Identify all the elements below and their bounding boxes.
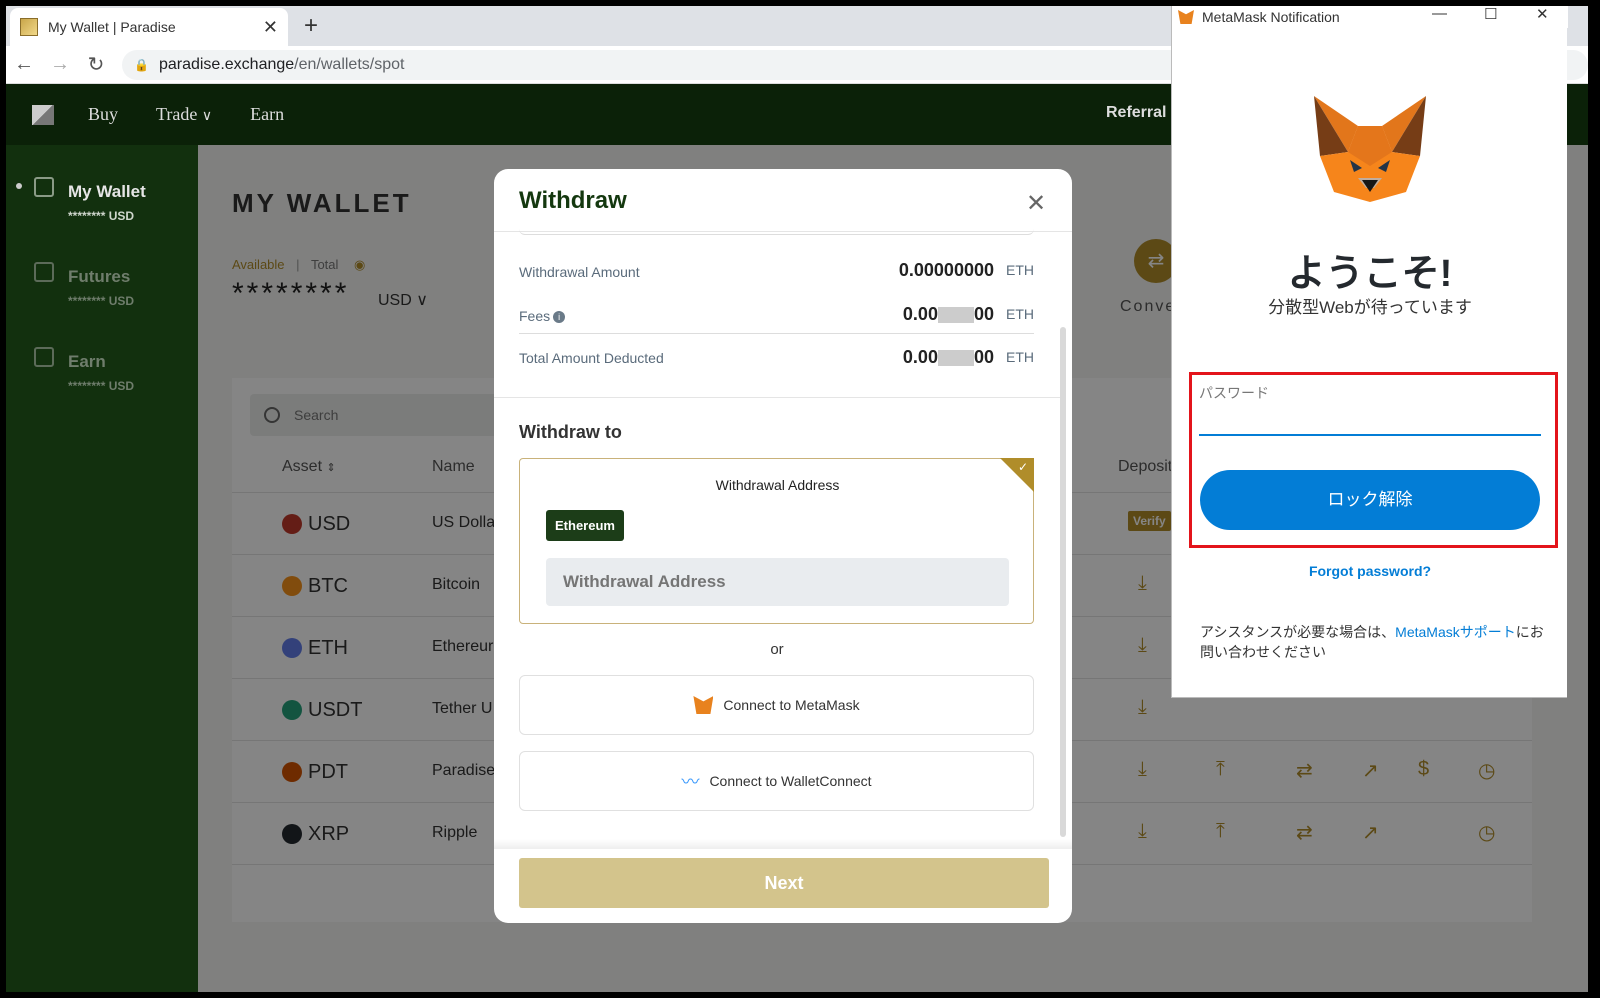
sidebar-item-futures[interactable]: Futures ******** USD [6,230,198,308]
withdrawal-address-card[interactable]: ✓ Withdrawal Address Ethereum [519,458,1034,624]
total-deducted-value: 0.00 00 [903,347,994,368]
forward-arrow-icon[interactable]: → [42,53,78,76]
sidebar-item-balance: ******** USD [68,209,135,223]
redacted-digits [937,350,974,367]
nav-earn[interactable]: Earn [250,104,284,125]
sidebar-item-my-wallet[interactable]: My Wallet ******** USD [6,145,198,223]
metamask-titlebar: MetaMask Notification — ☐ ✕ [1172,6,1568,28]
connect-metamask-label: Connect to MetaMask [723,697,860,713]
unit: ETH [1006,349,1034,365]
money-bag-icon [34,347,54,367]
welcome-heading: ようこそ! [1287,253,1453,295]
assist-prefix: アシスタンスが必要な場合は、 [1200,624,1396,640]
close-tab-icon[interactable]: ✕ [263,17,278,38]
close-icon[interactable]: ✕ [1026,189,1046,218]
metamask-window: MetaMask Notification — ☐ ✕ ようこそ! 分散型Web… [1171,6,1568,698]
assistance-text: アシスタンスが必要な場合は、MetaMaskサポートにお問い合わせください [1200,622,1545,662]
browser-tab[interactable]: My Wallet | Paradise ✕ [10,8,288,46]
withdrawal-address-input[interactable] [546,558,1009,606]
password-label: パスワード [1199,385,1269,401]
chart-icon [34,262,54,282]
welcome-subtitle: 分散型Webが待っています [1268,298,1472,317]
or-separator: or [770,641,784,658]
redacted-digits [937,307,974,324]
fees-value-suffix: 00 [973,304,994,324]
nav-trade-label: Trade [156,104,198,124]
connect-metamask-button[interactable]: Connect to MetaMask [519,675,1034,735]
close-icon[interactable]: ✕ [1536,6,1549,23]
metamask-fox-logo-icon [1314,96,1426,202]
total-deducted-label: Total Amount Deducted [519,350,664,366]
modal-title: Withdraw [519,187,627,214]
active-bullet [16,183,22,189]
scrollbar[interactable] [1060,327,1066,837]
paradise-logo-icon[interactable] [32,104,54,125]
sidebar-item-balance: ******** USD [68,294,135,308]
unit: ETH [1006,262,1034,278]
withdrawal-amount-value: 0.00000000 [898,260,994,280]
password-input[interactable] [1199,406,1541,436]
window-title: MetaMask Notification [1202,9,1340,25]
metamask-fox-icon [693,696,714,714]
info-icon[interactable]: i [553,311,566,324]
nav-buy[interactable]: Buy [88,104,118,125]
sidebar-item-earn[interactable]: Earn ******** USD [6,315,198,393]
sidebar-item-label: Futures [68,267,131,286]
sidebar: My Wallet ******** USD Futures ******** … [6,145,198,992]
divider [494,397,1060,398]
back-arrow-icon[interactable]: ← [6,53,42,76]
collapsed-field [519,225,1034,235]
url-host: paradise.exchange [158,55,295,73]
total-value-suffix: 00 [973,347,994,367]
chevron-down-icon: ∨ [201,108,213,124]
connect-walletconnect-button[interactable]: 〰 Connect to WalletConnect [519,751,1034,811]
total-deducted-row: Total Amount Deducted 0.00 00 ETH [519,333,1034,369]
new-tab-button[interactable]: + [304,12,318,40]
fees-value-prefix: 0.00 [902,304,938,324]
sidebar-item-label: My Wallet [68,182,146,201]
metamask-fox-icon [1178,10,1194,24]
withdraw-to-heading: Withdraw to [519,422,622,442]
address-card-title: Withdrawal Address [715,477,840,493]
walletconnect-icon: 〰 [681,772,700,792]
wallet-icon [34,177,54,197]
withdrawal-amount-label: Withdrawal Amount [519,264,640,280]
lock-icon: 🔒 [134,57,149,72]
sidebar-item-label: Earn [68,352,106,371]
maximize-icon[interactable]: ☐ [1484,6,1497,23]
fees-label: Fees [519,308,551,324]
reload-icon[interactable]: ↻ [78,52,114,77]
favicon-icon [20,18,38,36]
url-path: /en/wallets/spot [294,55,405,73]
sidebar-item-balance: ******** USD [68,379,135,393]
check-icon: ✓ [1017,460,1028,474]
minimize-icon[interactable]: — [1432,6,1447,22]
withdraw-modal: Withdraw ✕ Withdrawal Amount 0.00000000 … [494,169,1072,923]
browser-window: My Wallet | Paradise ✕ + ← → ↻ 🔒 paradis… [6,6,1588,992]
metamask-support-link[interactable]: MetaMaskサポート [1395,624,1516,640]
unlock-button[interactable]: ロック解除 [1200,470,1540,530]
connect-walletconnect-label: Connect to WalletConnect [709,773,872,789]
nav-referral[interactable]: Referral [1106,104,1166,122]
unit: ETH [1006,306,1034,322]
forgot-password-link[interactable]: Forgot password? [1172,563,1568,579]
total-value-prefix: 0.00 [902,347,938,367]
nav-trade[interactable]: Trade ∨ [156,104,212,125]
next-button[interactable]: Next [519,858,1049,908]
network-chip[interactable]: Ethereum [546,510,624,541]
fees-row: Fees i 0.00 00 ETH [519,300,1034,336]
fees-value: 0.00 00 [903,304,994,325]
fees-label-wrap: Fees i [519,308,566,324]
tab-title: My Wallet | Paradise [48,19,176,35]
footer-shadow [494,839,1072,849]
withdrawal-amount-row: Withdrawal Amount 0.00000000 ETH [519,256,1034,292]
